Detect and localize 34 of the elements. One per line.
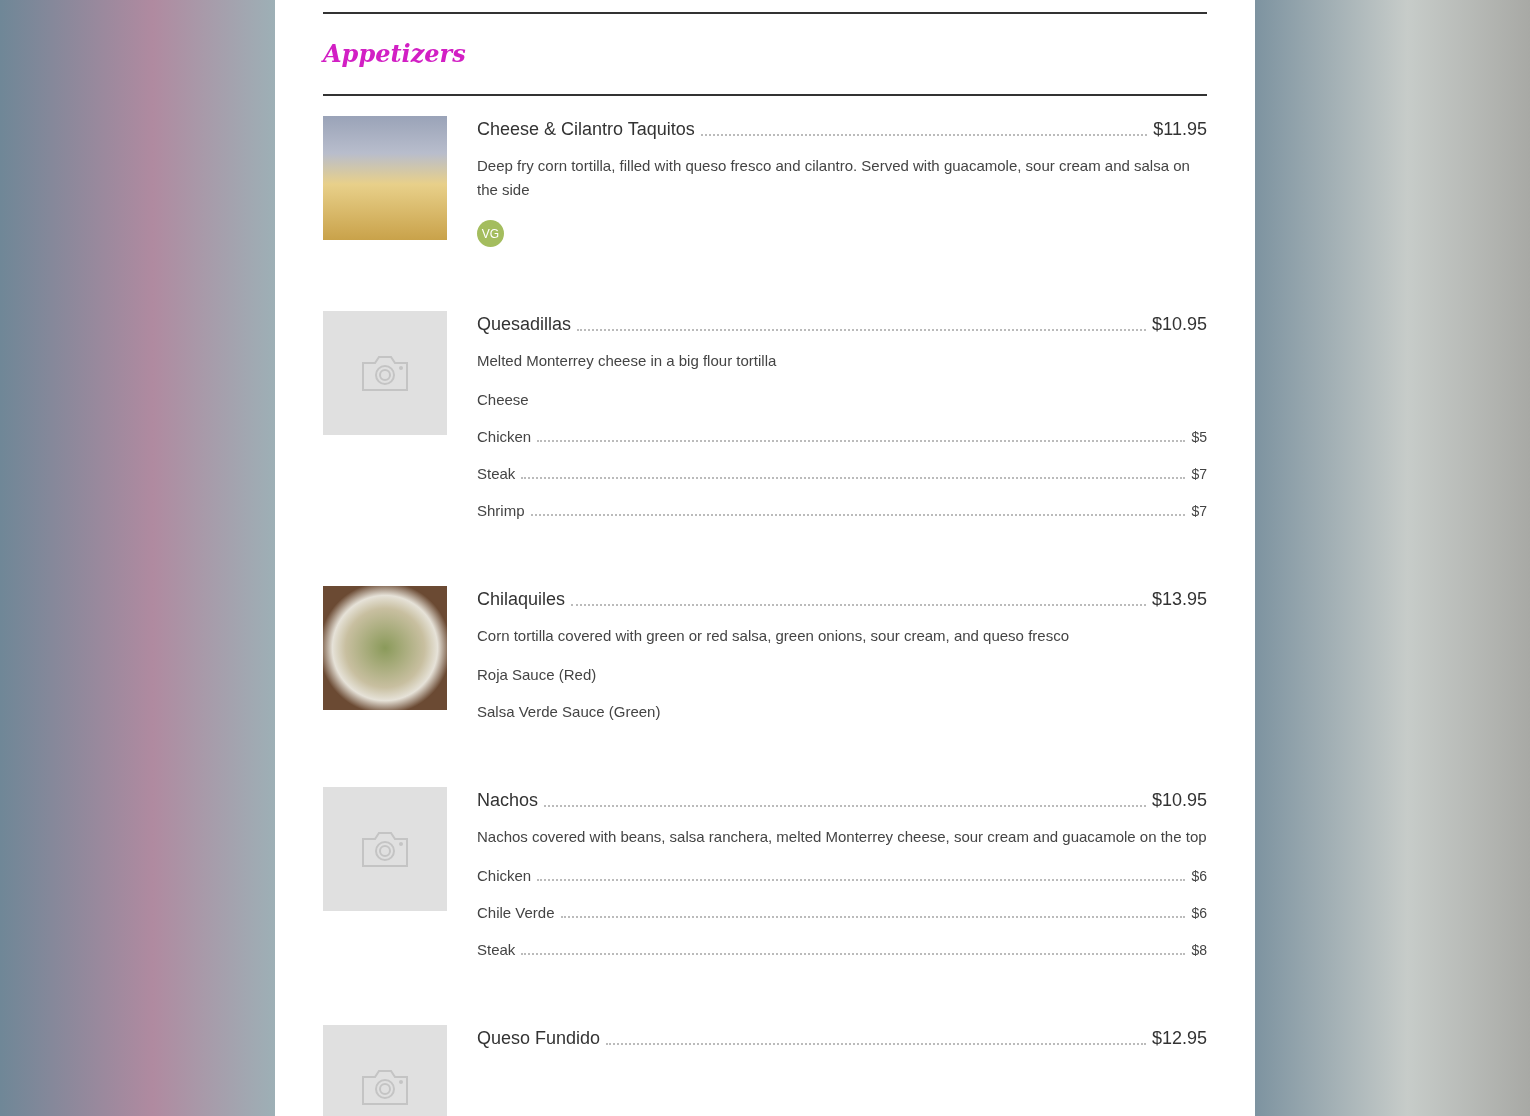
option-label: Cheese bbox=[477, 390, 529, 410]
dish-description: Corn tortilla covered with green or red salsa, green onions, sour cream, and queso fresco bbox=[477, 626, 1070, 646]
diet-badge: VG bbox=[477, 220, 504, 247]
option-label: Chicken bbox=[477, 866, 532, 886]
option-price: $6 bbox=[1191, 867, 1207, 886]
dish-name: Queso Fundido bbox=[477, 1027, 601, 1050]
camera-icon bbox=[360, 1067, 410, 1107]
dish-name: Quesadillas bbox=[477, 313, 572, 336]
option-label: Salsa Verde Sauce (Green) bbox=[477, 702, 661, 722]
dish-description: Nachos covered with beans, salsa ranchera, melted Monterrey cheese, sour cream and guacamole on the top bbox=[477, 827, 1207, 847]
dish-price: $10.95 bbox=[1151, 789, 1207, 812]
option-price: $7 bbox=[1191, 502, 1207, 521]
option-price: $5 bbox=[1191, 428, 1207, 447]
option-label: Steak bbox=[477, 464, 516, 484]
dish-description: Deep fry corn tortilla, filled with queso fresco and cilantro. Served with guacamole, sour cream and salsa on the side bbox=[477, 156, 1191, 200]
dish-price: $13.95 bbox=[1151, 588, 1207, 611]
option-label: Chile Verde bbox=[477, 903, 555, 923]
dish-name: Cheese & Cilantro Taquitos bbox=[477, 118, 695, 141]
option-label: Steak bbox=[477, 940, 516, 960]
option-label: Chicken bbox=[477, 427, 532, 447]
camera-icon bbox=[360, 353, 410, 393]
option-price: $6 bbox=[1191, 904, 1207, 923]
dish-name: Chilaquiles bbox=[477, 588, 566, 611]
dish-price: $12.95 bbox=[1151, 1027, 1207, 1050]
option-label: Shrimp bbox=[477, 501, 525, 521]
option-price: $8 bbox=[1191, 941, 1207, 960]
camera-icon bbox=[360, 829, 410, 869]
dish-price: $11.95 bbox=[1153, 118, 1207, 141]
option-label: Roja Sauce (Red) bbox=[477, 665, 597, 685]
dish-name: Nachos bbox=[477, 789, 539, 812]
option-price: $7 bbox=[1191, 465, 1207, 484]
dish-description: Melted Monterrey cheese in a big flour tortilla bbox=[477, 351, 778, 371]
dish-price: $10.95 bbox=[1151, 313, 1207, 336]
section-title: Appetizers bbox=[323, 38, 467, 70]
